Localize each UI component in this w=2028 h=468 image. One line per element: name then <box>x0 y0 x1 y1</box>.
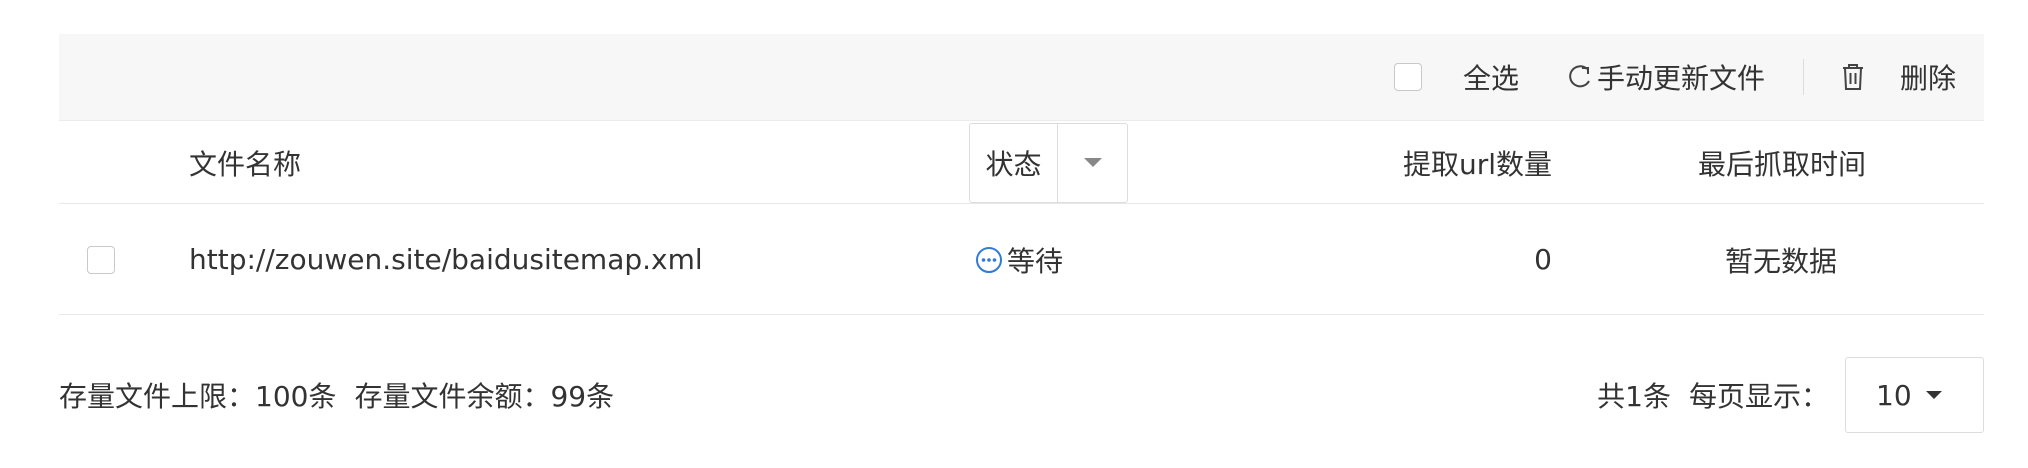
row-status: 等待 <box>975 204 1063 315</box>
row-checkbox[interactable] <box>87 245 115 274</box>
row-last-crawl-time: 暂无数据 <box>1724 244 1837 278</box>
footer: 存量文件上限：100条 存量文件余额：99条 共1条 每页显示： 10 <box>59 357 1984 433</box>
quota-remaining-text: 存量文件余额：99条 <box>354 380 615 413</box>
toolbar-divider <box>1802 59 1804 95</box>
page-size-select[interactable]: 10 <box>1845 357 1984 433</box>
chevron-down-icon <box>1083 158 1102 167</box>
refresh-icon <box>1569 65 1590 88</box>
pending-icon <box>976 246 1002 273</box>
row-url-count: 0 <box>1534 243 1552 276</box>
trash-icon <box>1842 64 1863 90</box>
column-header-status: 状态 <box>970 124 1058 202</box>
row-status-label: 等待 <box>1007 244 1064 278</box>
refresh-files-label: 手动更新文件 <box>1596 62 1765 95</box>
select-all-checkbox[interactable] <box>1393 63 1422 91</box>
per-page-label: 每页显示： <box>1688 380 1829 413</box>
table-row: http://zouwen.site/baidusitemap.xml 等待 0… <box>59 204 1984 315</box>
caret-down-icon <box>1925 390 1942 399</box>
column-header-url-count: 提取url数量 <box>1402 148 1552 181</box>
row-checkbox-cell <box>87 204 115 315</box>
status-filter-toggle[interactable] <box>1058 124 1127 202</box>
pagination: 共1条 每页显示： 10 <box>1597 357 1984 433</box>
sitemap-file-panel: 全选 手动更新文件 删除 文件名称 状态 提取url数量 最后抓取时间 http… <box>59 34 1984 315</box>
delete-button[interactable]: 删除 <box>1840 57 1956 97</box>
column-header-last-crawl-time: 最后抓取时间 <box>1697 148 1866 181</box>
table-header: 文件名称 状态 提取url数量 最后抓取时间 <box>59 120 1984 204</box>
toolbar: 全选 手动更新文件 删除 <box>59 34 1984 120</box>
column-header-name: 文件名称 <box>189 148 302 181</box>
quota-limit-text: 存量文件上限：100条 <box>59 380 337 413</box>
quota-info: 存量文件上限：100条 存量文件余额：99条 <box>59 357 614 433</box>
row-file-name: http://zouwen.site/baidusitemap.xml <box>189 243 703 276</box>
status-filter-dropdown[interactable]: 状态 <box>969 123 1128 203</box>
select-all-label: 全选 <box>1462 62 1519 95</box>
total-count: 共1条 <box>1597 380 1671 413</box>
select-all-control[interactable]: 全选 <box>1393 57 1519 97</box>
page-size-value: 10 <box>1876 378 1912 412</box>
refresh-files-button[interactable]: 手动更新文件 <box>1567 57 1765 97</box>
delete-label: 删除 <box>1899 62 1956 95</box>
